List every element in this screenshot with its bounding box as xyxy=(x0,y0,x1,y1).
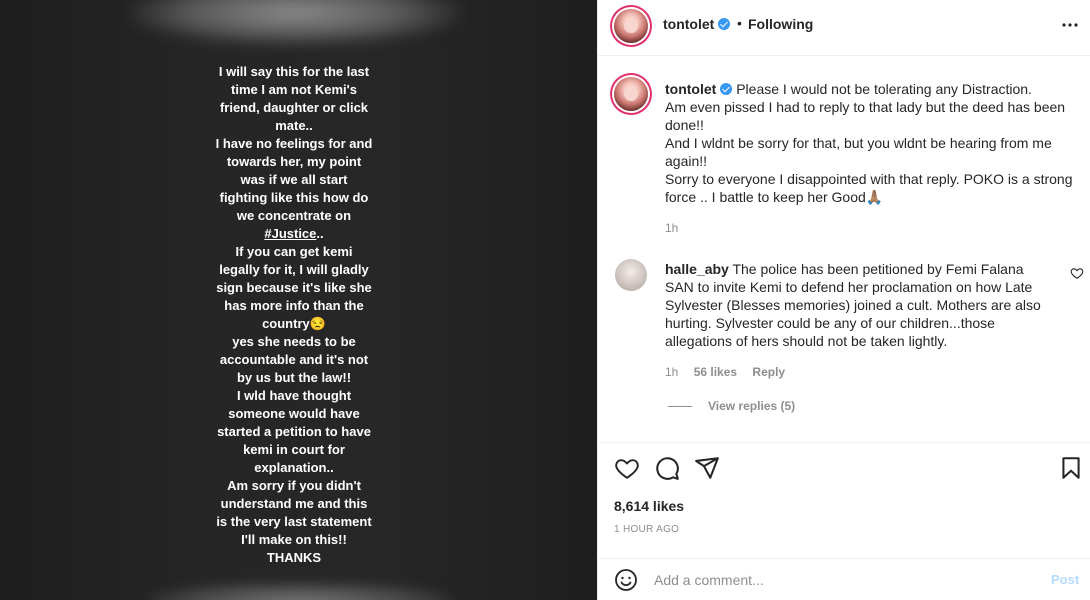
story-line: explanation.. xyxy=(254,460,334,475)
story-line: I'll make on this!! xyxy=(241,532,347,547)
likes-count[interactable]: 8,614 likes xyxy=(614,498,684,514)
caption-username[interactable]: tontolet xyxy=(665,81,716,97)
more-horizontal-icon[interactable] xyxy=(1060,15,1080,35)
story-line: towards her, my point xyxy=(226,154,362,169)
post-actions: 8,614 likes 1 HOUR AGO Post xyxy=(598,442,1090,600)
post-comment-button[interactable]: Post xyxy=(1051,572,1079,587)
post-caption: tontolet Please I would not be toleratin… xyxy=(665,80,1075,206)
comment-like-heart-icon[interactable] xyxy=(1070,266,1084,280)
comment: halle_aby The police has been petitioned… xyxy=(665,260,1055,350)
replies-divider xyxy=(668,406,692,408)
story-line: someone would have xyxy=(228,406,360,421)
story-line: country😒 xyxy=(262,316,326,331)
comment-reply-button[interactable]: Reply xyxy=(752,365,785,379)
story-line: accountable and it's not xyxy=(219,352,369,367)
story-line: legally for it, I will gladly xyxy=(219,262,369,277)
comment-composer: Post xyxy=(598,558,1090,600)
story-line: friend, daughter or click xyxy=(219,100,369,115)
story-line: I wld have thought xyxy=(236,388,352,403)
story-line: I have no feelings for and xyxy=(215,136,373,151)
story-line: we concentrate on xyxy=(236,208,352,223)
story-line: sign because it's like she xyxy=(216,280,372,295)
media-blur-bottom xyxy=(150,582,450,600)
comment-meta: 1h 56 likes Reply xyxy=(665,365,797,379)
comment-username[interactable]: halle_aby xyxy=(665,261,729,277)
header-separator: • xyxy=(737,15,742,31)
comment-likes[interactable]: 56 likes xyxy=(694,365,737,379)
story-text: I will say this for the last time I am no… xyxy=(205,63,383,567)
verified-badge-icon xyxy=(718,18,731,30)
comment-input[interactable] xyxy=(654,567,1034,593)
caption-avatar[interactable] xyxy=(614,77,648,111)
author-avatar[interactable] xyxy=(614,9,648,43)
story-line: time I am not Kemi's xyxy=(231,82,357,97)
caption-text: Please I would not be tolerating any Dis… xyxy=(665,81,1073,205)
story-line: yes she needs to be xyxy=(232,334,356,349)
story-line: has more info than the xyxy=(224,298,364,313)
comment-timestamp[interactable]: 1h xyxy=(665,365,678,379)
author-username[interactable]: tontolet xyxy=(663,16,731,32)
story-line: THANKS xyxy=(266,550,322,565)
story-line: by us but the law!! xyxy=(236,370,352,385)
story-line: If you can get kemi xyxy=(235,244,353,259)
story-line: was if we all start xyxy=(240,172,348,187)
story-line: Am sorry if you didn't xyxy=(227,478,361,493)
following-button[interactable]: Following xyxy=(748,16,813,32)
view-replies-label[interactable]: View replies (5) xyxy=(708,399,795,413)
story-line: #Justice.. xyxy=(264,226,324,241)
story-line: fighting like this how do xyxy=(219,190,369,205)
author-username-text[interactable]: tontolet xyxy=(663,16,714,32)
share-send-icon[interactable] xyxy=(694,455,720,481)
story-line: kemi in court for xyxy=(243,442,345,457)
story-line: is the very last statement xyxy=(216,514,372,529)
media-blur-top xyxy=(130,0,460,46)
post-header: tontolet • Following xyxy=(598,0,1090,56)
post-timestamp[interactable]: 1 HOUR AGO xyxy=(614,524,679,535)
like-heart-icon[interactable] xyxy=(614,455,640,481)
commenter-avatar[interactable] xyxy=(615,259,647,291)
story-line: I will say this for the last xyxy=(218,64,370,79)
caption-timestamp[interactable]: 1h xyxy=(665,221,678,235)
story-line: mate.. xyxy=(275,118,313,133)
verified-badge-icon xyxy=(720,83,733,95)
story-line: started a petition to have xyxy=(217,424,371,439)
view-replies-button[interactable]: View replies (5) xyxy=(668,399,795,413)
save-bookmark-icon[interactable] xyxy=(1058,455,1084,481)
post-panel: tontolet • Following tontolet Please I w… xyxy=(597,0,1090,600)
comment-bubble-icon[interactable] xyxy=(654,455,680,481)
post-media: I will say this for the last time I am no… xyxy=(0,0,597,600)
emoji-icon[interactable] xyxy=(614,568,638,592)
story-line: understand me and this xyxy=(220,496,368,511)
